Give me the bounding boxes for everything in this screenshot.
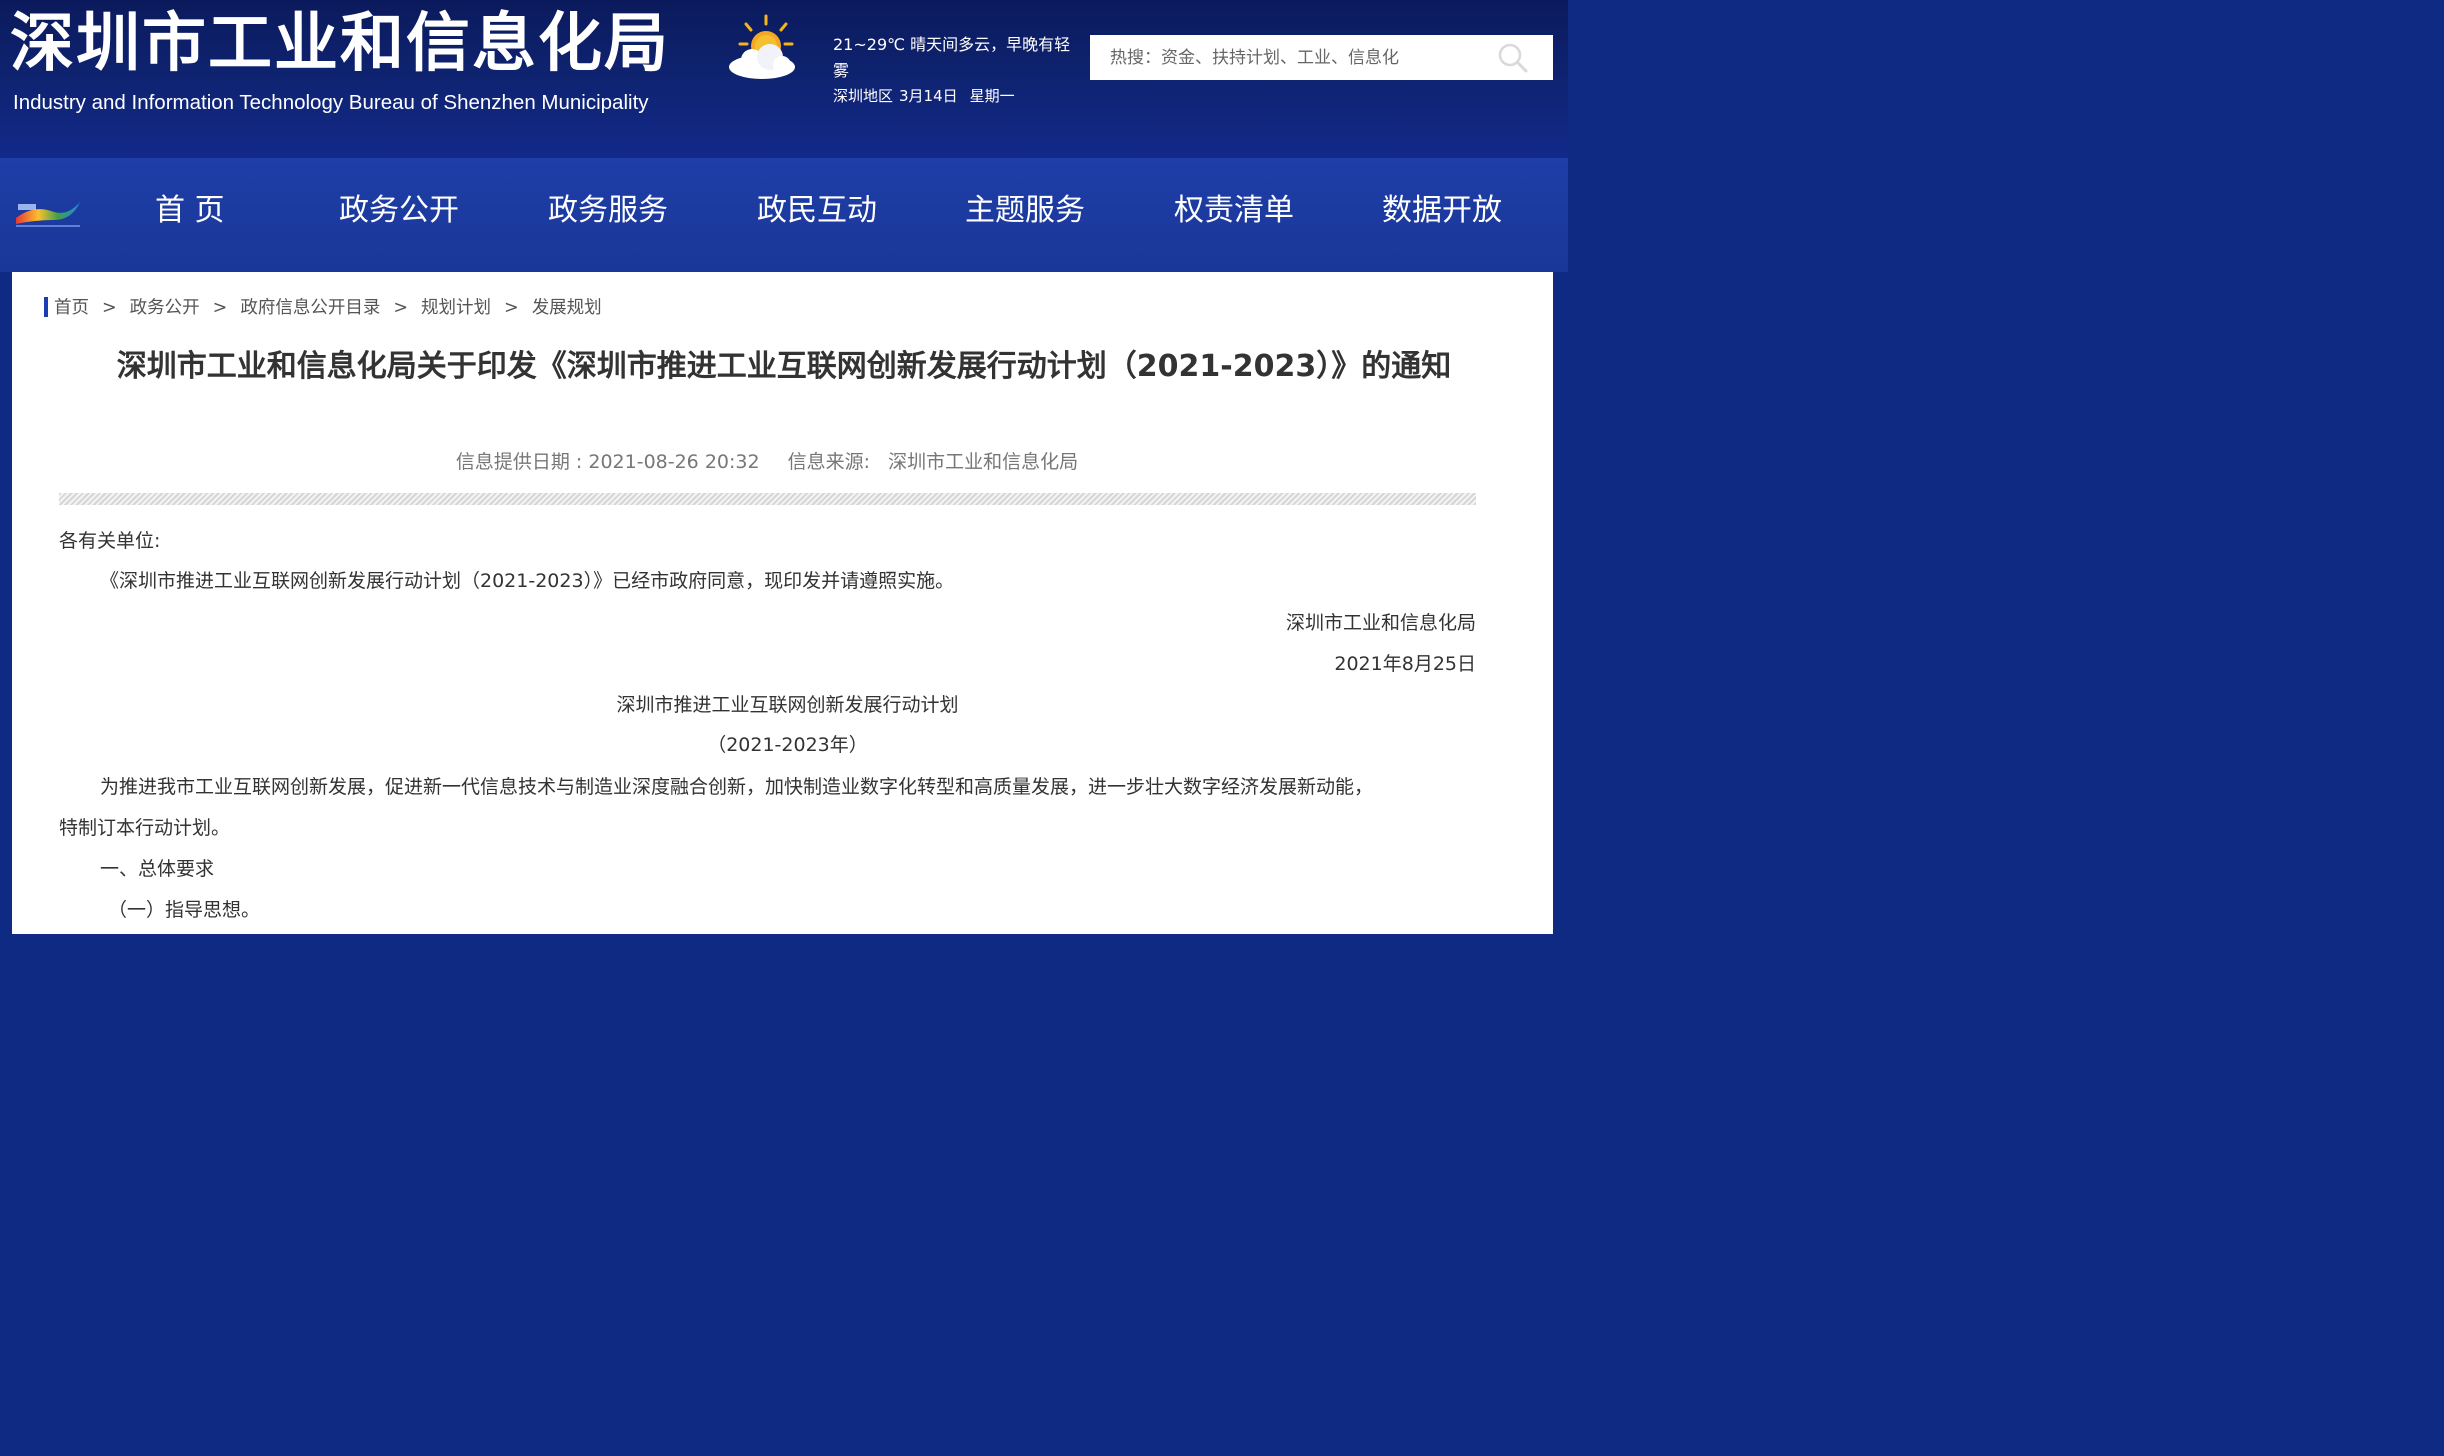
nav-item-open-data[interactable]: 数据开放 <box>1382 178 1502 244</box>
search-box <box>1090 35 1553 80</box>
weather-date: 3月14日 <box>899 87 958 105</box>
site-title[interactable]: 深圳市工业和信息化局 <box>10 2 670 86</box>
nav-item-responsibility-list[interactable]: 权责清单 <box>1174 178 1294 244</box>
paragraph-intro-line1: 为推进我市工业互联网创新发展，促进新一代信息技术与制造业深度融合创新，加快制造业… <box>100 776 1374 798</box>
breadcrumb-item-home[interactable]: 首页 <box>54 298 89 318</box>
breadcrumb-item-plans[interactable]: 规划计划 <box>421 298 491 318</box>
paragraph-notice: 《深圳市推进工业互联网创新发展行动计划（2021-2023）》已经市政府同意，现… <box>100 570 955 592</box>
plan-years: （2021-2023年） <box>707 734 868 756</box>
breadcrumb-separator: > <box>212 298 228 318</box>
search-input[interactable] <box>1090 35 1490 80</box>
article-title: 深圳市工业和信息化局关于印发《深圳市推进工业互联网创新发展行动计划（2021-2… <box>116 349 1452 384</box>
shenzhen-logo-icon[interactable] <box>14 196 82 230</box>
breadcrumb-separator: > <box>102 298 117 318</box>
nav-item-home[interactable]: 首 页 <box>155 178 225 244</box>
breadcrumb-separator: > <box>504 298 519 318</box>
paragraph-intro-line2: 特制订本行动计划。 <box>59 817 231 839</box>
weather-weekday: 星期一 <box>969 87 1015 105</box>
breadcrumb-separator: > <box>393 298 409 318</box>
weather-forecast: 21~29℃ 晴天间多云，早晚有轻雾 <box>833 35 1071 80</box>
article-meta: 信息提供日期 : 2021-08-26 20:32 信息来源: 深圳市工业和信息化… <box>0 446 1534 478</box>
site-subtitle: Industry and Information Technology Bure… <box>13 91 649 114</box>
nav-item-theme-services[interactable]: 主题服务 <box>965 178 1085 244</box>
weather-region: 深圳地区 <box>833 87 894 105</box>
breadcrumb-item-info-catalog[interactable]: 政府信息公开目录 <box>240 298 380 318</box>
nav-item-gov-affairs-open[interactable]: 政务公开 <box>339 178 459 244</box>
nav-item-gov-services[interactable]: 政务服务 <box>548 178 668 244</box>
section-heading: 一、总体要求 <box>100 858 215 880</box>
sun-cloud-icon <box>729 14 795 79</box>
meta-source: 信息来源: 深圳市工业和信息化局 <box>787 451 1079 473</box>
nav-item-interaction[interactable]: 政民互动 <box>757 178 877 244</box>
breadcrumb: 首页 > 政务公开 > 政府信息公开目录 > 规划计划 > 发展规划 <box>44 294 602 322</box>
salutation: 各有关单位: <box>59 530 161 552</box>
article-divider <box>59 493 1476 505</box>
meta-date: 信息提供日期 : 2021-08-26 20:32 <box>455 451 760 473</box>
breadcrumb-item-dev-plans[interactable]: 发展规划 <box>532 298 602 318</box>
weather-date-line: 深圳地区 3月14日 星期一 <box>833 84 1015 108</box>
subsection-heading: （一）指导思想。 <box>108 899 261 921</box>
signature-date: 2021年8月25日 <box>1334 653 1476 675</box>
breadcrumb-item-gov-affairs[interactable]: 政务公开 <box>130 298 200 318</box>
breadcrumb-marker <box>44 296 48 317</box>
plan-title: 深圳市推进工业互联网创新发展行动计划 <box>616 694 959 716</box>
search-icon[interactable] <box>1497 42 1529 74</box>
signature-org: 深圳市工业和信息化局 <box>1285 612 1476 634</box>
